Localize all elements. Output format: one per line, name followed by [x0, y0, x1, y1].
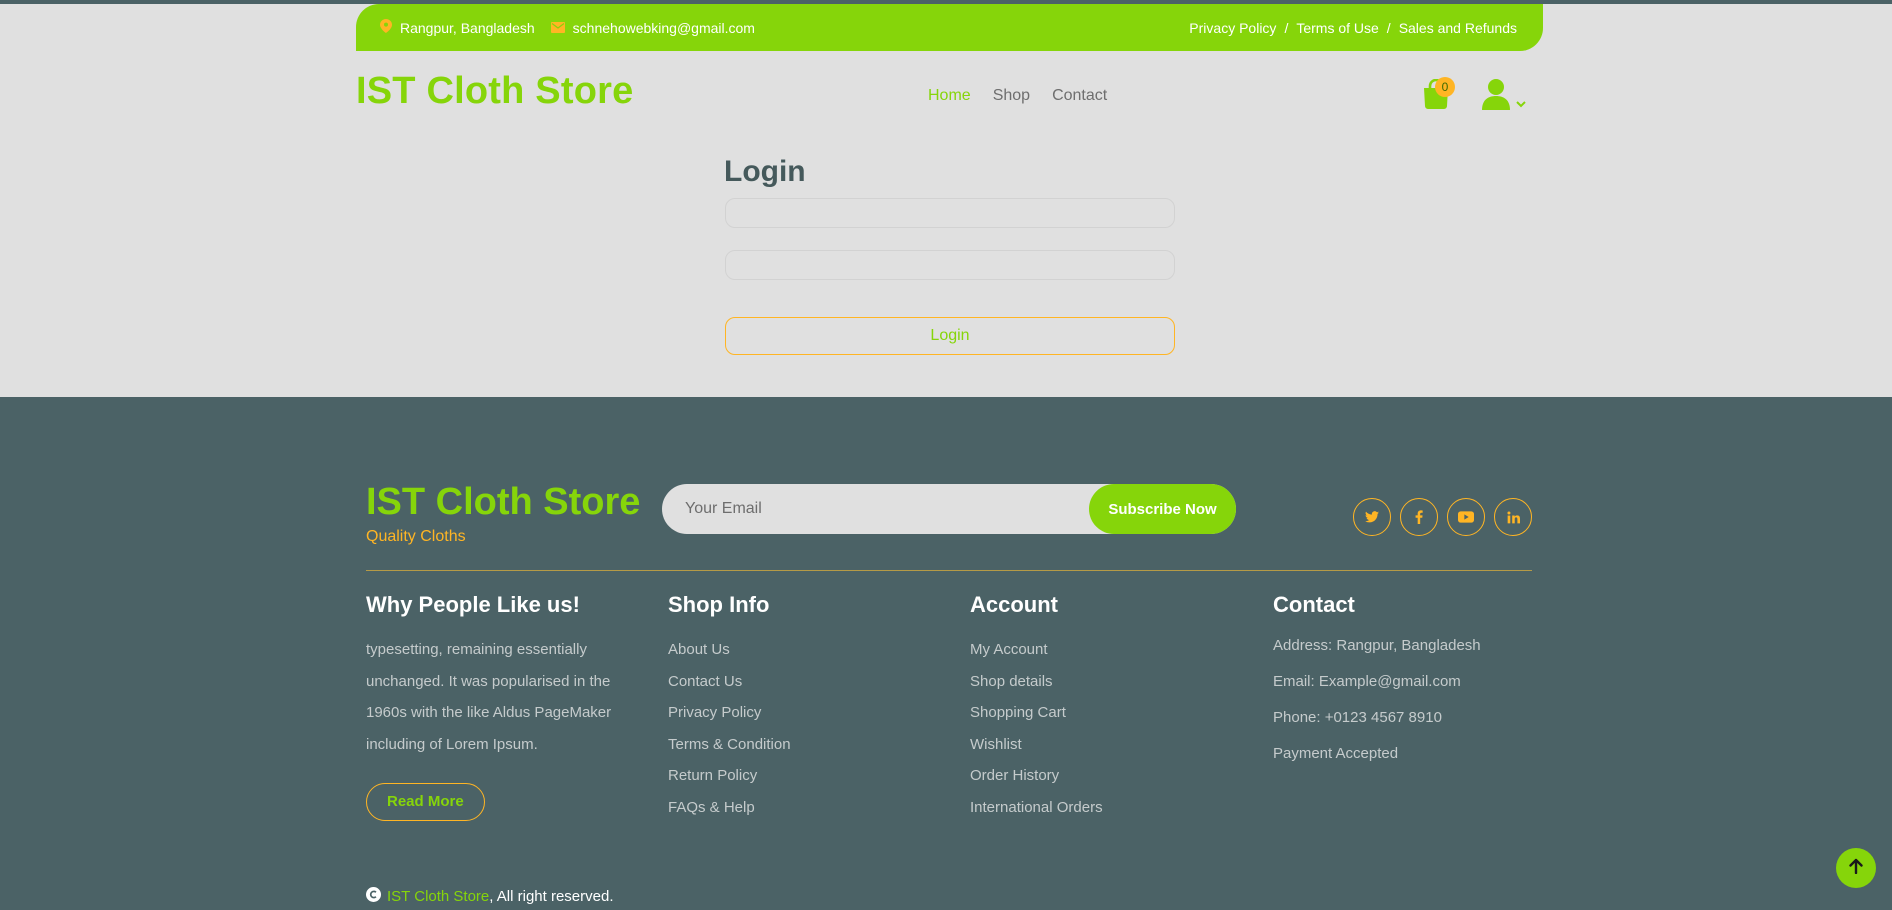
sales-refunds-link[interactable]: Sales and Refunds: [1399, 20, 1517, 36]
why-text: typesetting, remaining essentially uncha…: [366, 641, 612, 753]
account-title: Account: [970, 592, 1058, 617]
contact-title: Contact: [1273, 592, 1355, 617]
chevron-down-icon: [1516, 95, 1526, 113]
top-info-bar: Rangpur, Bangladesh schnehowebking@gmail…: [356, 4, 1543, 51]
username-field[interactable]: [725, 198, 1175, 228]
terms-of-use-link[interactable]: Terms of Use: [1296, 20, 1378, 36]
account-link[interactable]: International Orders: [970, 792, 1250, 824]
user-icon: [1482, 78, 1510, 115]
shop-info-link[interactable]: Contact Us: [668, 666, 948, 698]
shop-info-link[interactable]: Privacy Policy: [668, 697, 948, 729]
contact-section: Contact Address: Rangpur, Bangladesh Ema…: [1273, 592, 1553, 772]
account-link[interactable]: Shop details: [970, 666, 1250, 698]
nav-contact[interactable]: Contact: [1052, 87, 1107, 105]
copyright-store-link[interactable]: IST Cloth Store: [387, 888, 489, 905]
account-link[interactable]: Order History: [970, 760, 1250, 792]
cart-count-badge: 0: [1435, 77, 1455, 97]
account-link[interactable]: Wishlist: [970, 729, 1250, 761]
footer-tagline: Quality Cloths: [366, 528, 466, 545]
account-section: Account My Account Shop details Shopping…: [970, 592, 1250, 823]
link-separator: /: [1386, 19, 1391, 36]
subscribe-form: Subscribe Now: [662, 484, 1236, 534]
account-link[interactable]: Shopping Cart: [970, 697, 1250, 729]
nav-shop[interactable]: Shop: [993, 87, 1030, 105]
shop-info-title: Shop Info: [668, 592, 770, 617]
footer-divider: [366, 570, 1532, 571]
read-more-button[interactable]: Read More: [366, 783, 485, 821]
arrow-up-icon: [1849, 858, 1863, 879]
copyright-icon: [366, 887, 381, 906]
contact-phone: Phone: +0123 4567 8910: [1273, 709, 1442, 726]
facebook-icon[interactable]: [1400, 498, 1438, 536]
main-nav: Home Shop Contact: [928, 87, 1107, 105]
copyright: IST Cloth Store, All right reserved.: [366, 887, 614, 906]
why-section: Why People Like us! typesetting, remaini…: [366, 592, 636, 821]
login-title: Login: [724, 155, 806, 188]
youtube-icon[interactable]: [1447, 498, 1485, 536]
contact-email: Email: Example@gmail.com: [1273, 673, 1461, 690]
map-pin-icon: [380, 19, 392, 36]
nav-home[interactable]: Home: [928, 87, 971, 105]
password-field[interactable]: [725, 250, 1175, 280]
contact-address: Address: Rangpur, Bangladesh: [1273, 637, 1481, 654]
back-to-top-button[interactable]: [1836, 848, 1876, 888]
account-link[interactable]: My Account: [970, 634, 1250, 666]
linkedin-icon[interactable]: [1494, 498, 1532, 536]
shop-info-section: Shop Info About Us Contact Us Privacy Po…: [668, 592, 948, 823]
why-title: Why People Like us!: [366, 592, 580, 617]
envelope-icon: [550, 20, 565, 36]
shop-info-link[interactable]: Return Policy: [668, 760, 948, 792]
privacy-policy-link[interactable]: Privacy Policy: [1189, 20, 1276, 36]
brand-logo[interactable]: IST Cloth Store: [356, 70, 633, 113]
copyright-text: , All right reserved.: [489, 888, 614, 905]
location-text: Rangpur, Bangladesh: [400, 19, 535, 36]
subscribe-email-input[interactable]: [662, 484, 1102, 534]
shop-info-link[interactable]: Terms & Condition: [668, 729, 948, 761]
subscribe-button[interactable]: Subscribe Now: [1089, 484, 1236, 534]
location-info: Rangpur, Bangladesh: [380, 19, 535, 36]
shop-info-link[interactable]: FAQs & Help: [668, 792, 948, 824]
email-info[interactable]: schnehowebking@gmail.com: [550, 20, 755, 36]
policy-links: Privacy Policy / Terms of Use / Sales an…: [1189, 20, 1517, 36]
login-button[interactable]: Login: [725, 317, 1175, 355]
footer-brand[interactable]: IST Cloth Store: [366, 481, 640, 524]
payment-accepted: Payment Accepted: [1273, 745, 1399, 762]
shop-info-link[interactable]: About Us: [668, 634, 948, 666]
footer: IST Cloth Store Quality Cloths Subscribe…: [0, 397, 1892, 910]
user-menu[interactable]: [1482, 78, 1528, 110]
contact-info: Rangpur, Bangladesh schnehowebking@gmail…: [380, 19, 755, 36]
twitter-icon[interactable]: [1353, 498, 1391, 536]
link-separator: /: [1284, 19, 1289, 36]
email-text[interactable]: schnehowebking@gmail.com: [573, 20, 755, 36]
